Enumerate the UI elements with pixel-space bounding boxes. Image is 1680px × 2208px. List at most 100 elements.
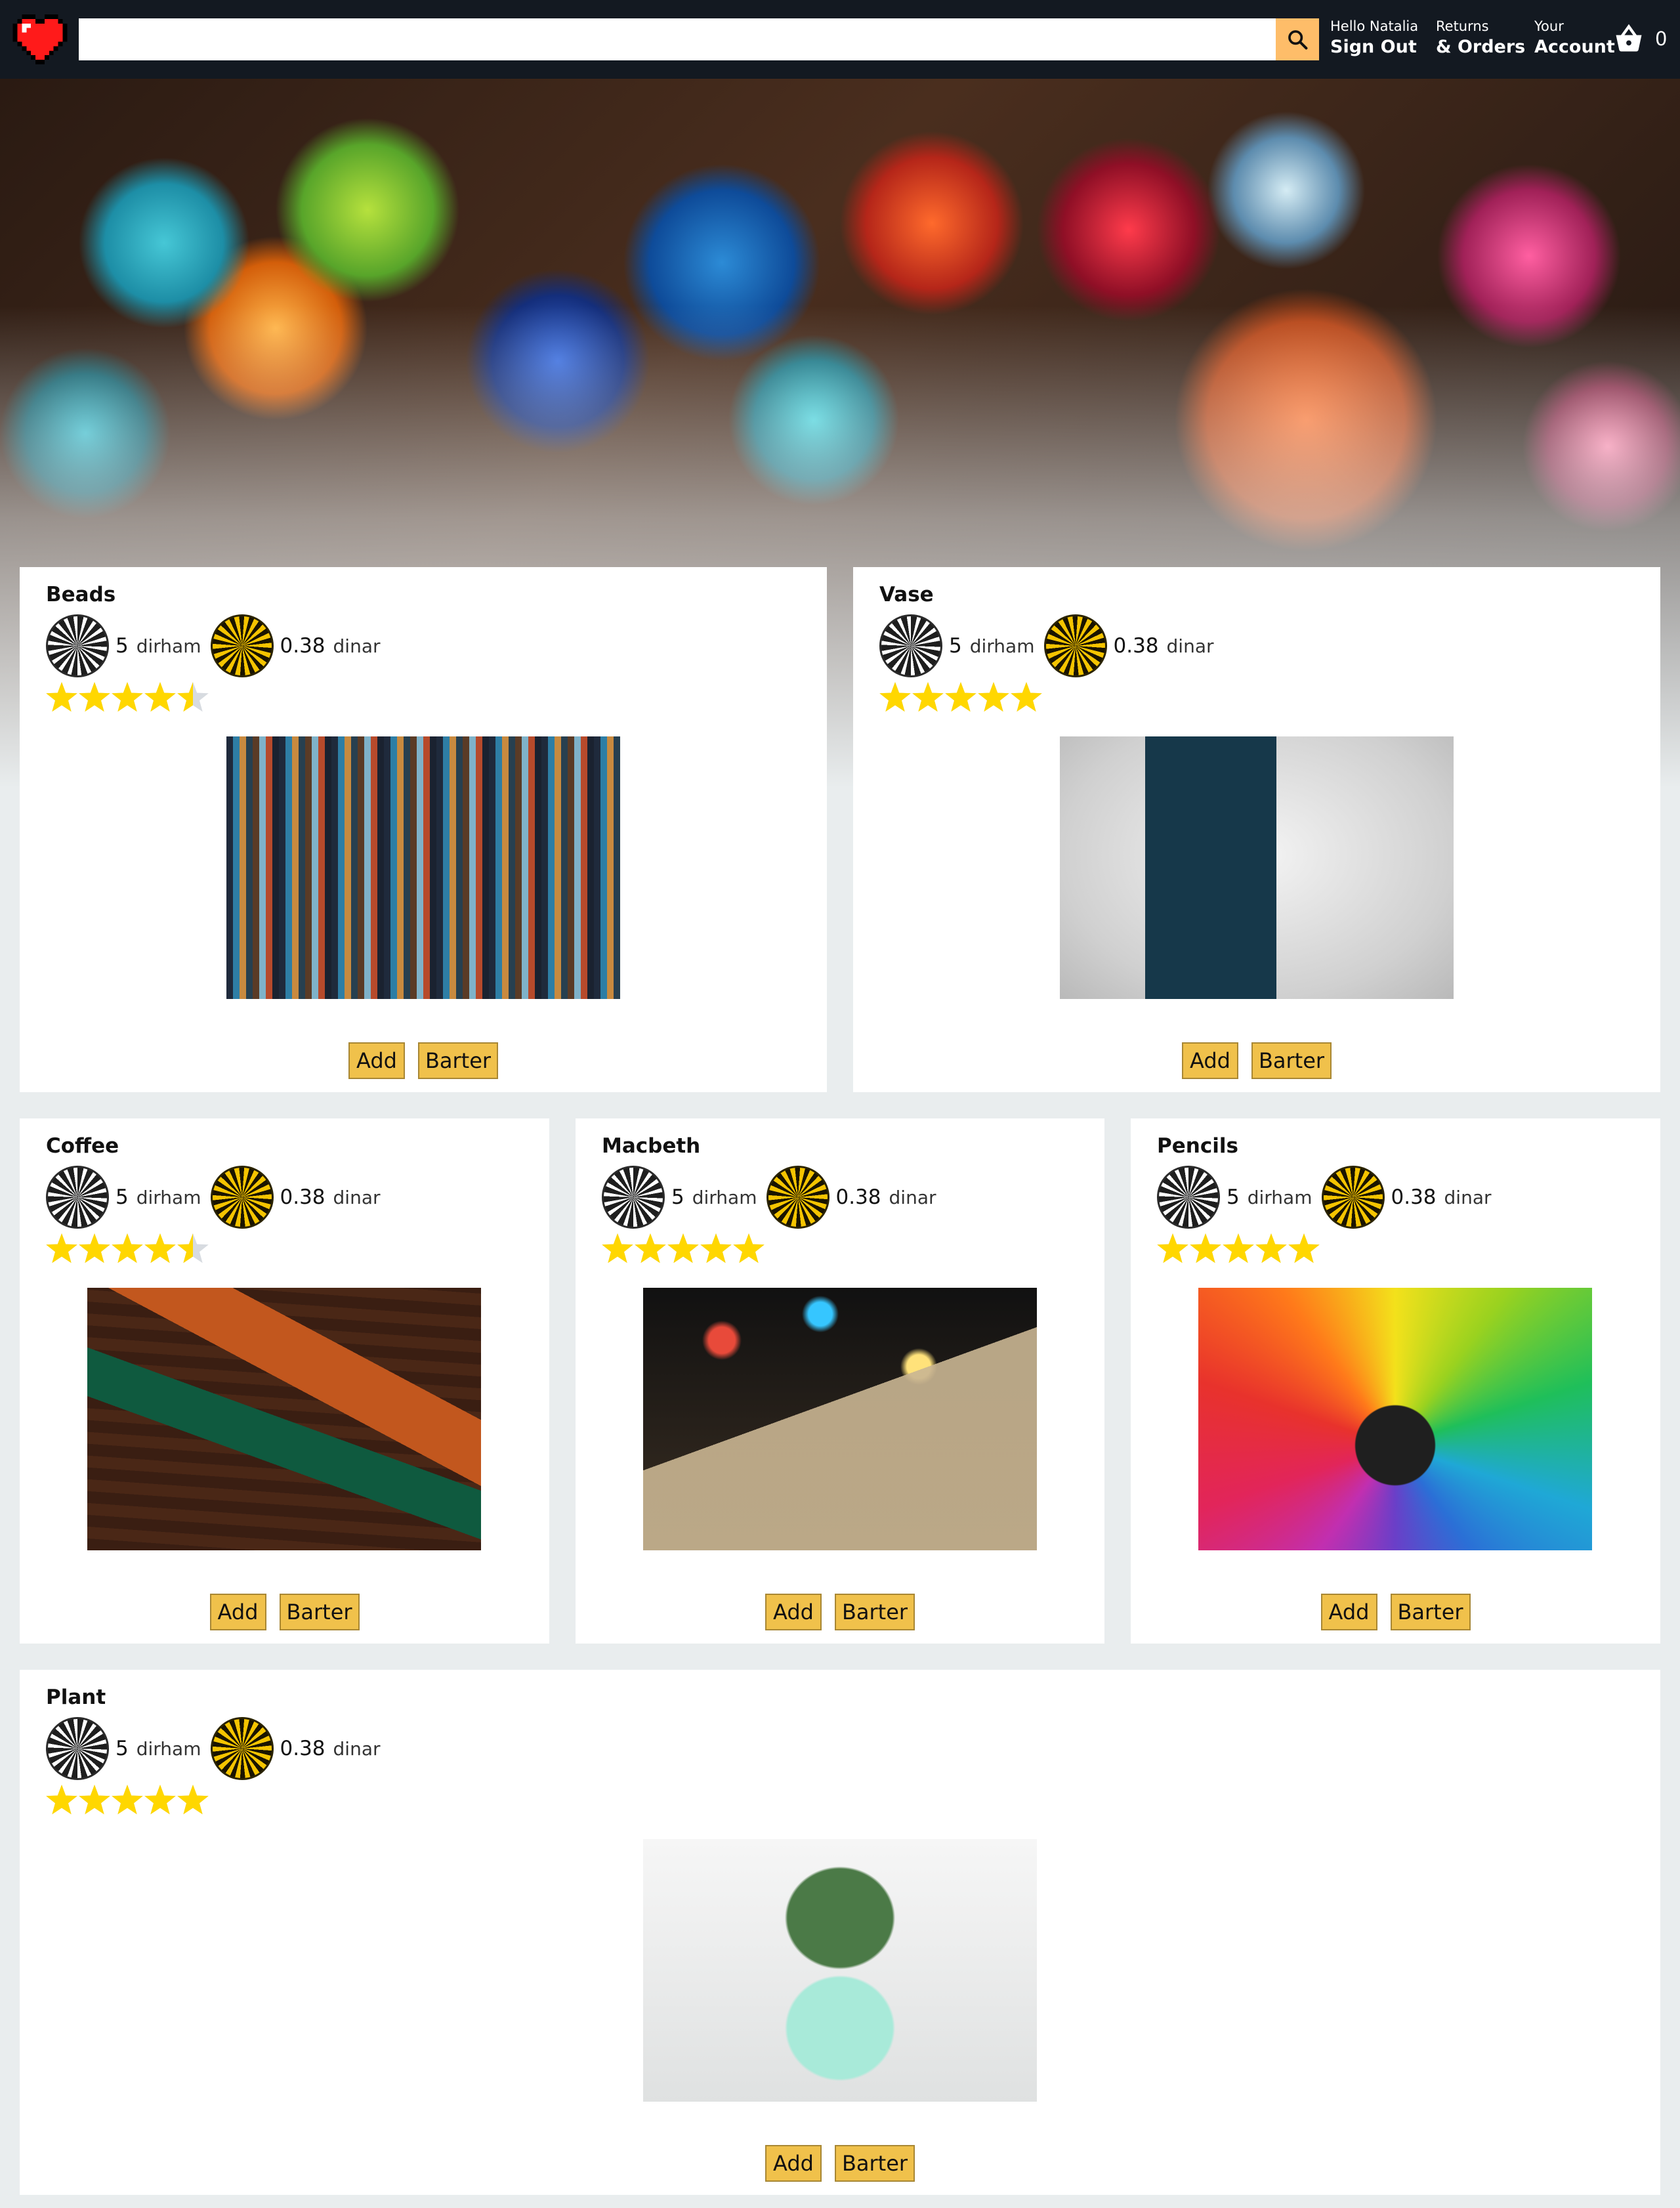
dirham-label: dirham xyxy=(1247,1186,1312,1208)
add-button[interactable]: Add xyxy=(1182,1042,1238,1079)
add-button[interactable]: Add xyxy=(1320,1594,1377,1630)
add-button[interactable]: Add xyxy=(348,1042,405,1079)
dirham-amount: 5 xyxy=(116,1185,129,1209)
product-price: 5 dirham 0.38 dinar xyxy=(46,1166,381,1229)
orders-link[interactable]: & Orders xyxy=(1436,35,1525,59)
dinar-label: dinar xyxy=(333,1737,381,1760)
star-icon xyxy=(700,1233,732,1263)
product-card: Coffee 5 dirham 0.38 dinar Add Barter xyxy=(20,1118,549,1644)
star-icon xyxy=(1157,1233,1188,1263)
barter-button[interactable]: Barter xyxy=(279,1594,360,1630)
account-link[interactable]: Account xyxy=(1534,35,1615,59)
dirham-coin-icon xyxy=(602,1166,665,1229)
barter-button[interactable]: Barter xyxy=(1390,1594,1471,1630)
coffee-photo xyxy=(87,1288,481,1550)
dirham-coin-icon xyxy=(1157,1166,1220,1229)
star-icon xyxy=(945,682,976,712)
dinar-amount: 0.38 xyxy=(1113,634,1159,658)
star-icon xyxy=(46,1785,77,1815)
star-icon xyxy=(635,1233,666,1263)
dinar-coin-icon xyxy=(210,1166,274,1229)
basket-icon[interactable] xyxy=(1612,22,1646,56)
user-greeting: Hello Natalia xyxy=(1330,18,1419,34)
barter-button[interactable]: Barter xyxy=(418,1042,498,1079)
vase-photo xyxy=(1060,736,1454,999)
star-icon xyxy=(879,682,911,712)
sign-out-option[interactable]: Hello Natalia Sign Out xyxy=(1330,17,1418,59)
barter-button[interactable]: Barter xyxy=(835,2145,915,2182)
product-card: Plant 5 dirham 0.38 dinar Add Barter xyxy=(20,1670,1660,2195)
dirham-coin-icon xyxy=(46,614,109,677)
product-title: Vase xyxy=(879,583,934,606)
product-title: Pencils xyxy=(1157,1134,1238,1158)
potted-succulent-photo xyxy=(643,1839,1037,2102)
dinar-coin-icon xyxy=(1043,614,1107,677)
star-rating xyxy=(879,682,1042,712)
star-icon xyxy=(144,1785,176,1815)
product-price: 5 dirham 0.38 dinar xyxy=(879,614,1214,677)
dinar-coin-icon xyxy=(1321,1166,1385,1229)
star-icon xyxy=(602,1233,633,1263)
barter-button[interactable]: Barter xyxy=(835,1594,915,1630)
star-icon xyxy=(79,1785,110,1815)
dinar-coin-icon xyxy=(210,1717,274,1780)
account-option[interactable]: Your Account xyxy=(1534,17,1615,59)
barter-button[interactable]: Barter xyxy=(1251,1042,1332,1079)
star-icon xyxy=(1288,1233,1320,1263)
product-card: Pencils 5 dirham 0.38 dinar Add Barter xyxy=(1131,1118,1660,1644)
product-actions: Add Barter xyxy=(20,1042,827,1079)
search-input[interactable] xyxy=(79,18,1276,60)
dinar-coin-icon xyxy=(766,1166,830,1229)
star-icon xyxy=(112,1233,143,1263)
star-rating xyxy=(602,1233,765,1263)
dirham-label: dirham xyxy=(969,635,1035,657)
star-icon xyxy=(1190,1233,1221,1263)
dirham-label: dirham xyxy=(136,1737,201,1760)
add-button[interactable]: Add xyxy=(209,1594,266,1630)
search-button[interactable] xyxy=(1276,18,1319,60)
add-button[interactable]: Add xyxy=(765,2145,822,2182)
product-actions: Add Barter xyxy=(20,2145,1660,2182)
dinar-amount: 0.38 xyxy=(280,634,326,658)
top-nav-bar: Hello Natalia Sign Out Returns & Orders … xyxy=(0,0,1680,79)
returns-orders-option[interactable]: Returns & Orders xyxy=(1436,17,1525,59)
dinar-amount: 0.38 xyxy=(1391,1185,1437,1209)
star-rating xyxy=(46,1233,209,1263)
product-card: Macbeth 5 dirham 0.38 dinar Add Barter xyxy=(576,1118,1104,1644)
sign-out-link[interactable]: Sign Out xyxy=(1330,35,1418,59)
dinar-coin-icon xyxy=(210,614,274,677)
beads-photo xyxy=(226,736,620,999)
heart-logo-icon[interactable] xyxy=(12,14,68,64)
star-icon xyxy=(1255,1233,1287,1263)
dinar-amount: 0.38 xyxy=(835,1185,881,1209)
star-icon xyxy=(112,682,143,712)
product-title: Beads xyxy=(46,583,116,606)
dirham-coin-icon xyxy=(46,1166,109,1229)
search-icon xyxy=(1288,30,1308,50)
product-price: 5 dirham 0.38 dinar xyxy=(602,1166,936,1229)
star-icon xyxy=(667,1233,699,1263)
dinar-amount: 0.38 xyxy=(280,1185,326,1209)
star-icon xyxy=(733,1233,765,1263)
product-actions: Add Barter xyxy=(853,1042,1660,1079)
dirham-amount: 5 xyxy=(949,634,962,658)
product-price: 5 dirham 0.38 dinar xyxy=(1157,1166,1492,1229)
product-title: Plant xyxy=(46,1686,106,1709)
dinar-amount: 0.38 xyxy=(280,1737,326,1760)
dinar-label: dinar xyxy=(333,1186,381,1208)
star-icon xyxy=(177,1785,209,1815)
dirham-coin-icon xyxy=(879,614,942,677)
star-icon xyxy=(912,682,944,712)
returns-label: Returns xyxy=(1436,18,1489,34)
product-title: Macbeth xyxy=(602,1134,701,1158)
star-icon xyxy=(79,682,110,712)
basket-count: 0 xyxy=(1655,28,1668,50)
dirham-amount: 5 xyxy=(116,1737,129,1760)
add-button[interactable]: Add xyxy=(765,1594,822,1630)
star-icon xyxy=(978,682,1009,712)
dirham-label: dirham xyxy=(136,1186,201,1208)
star-icon xyxy=(46,682,77,712)
colored-pencils-photo xyxy=(1198,1288,1592,1550)
star-icon xyxy=(144,682,176,712)
product-actions: Add Barter xyxy=(20,1594,549,1630)
